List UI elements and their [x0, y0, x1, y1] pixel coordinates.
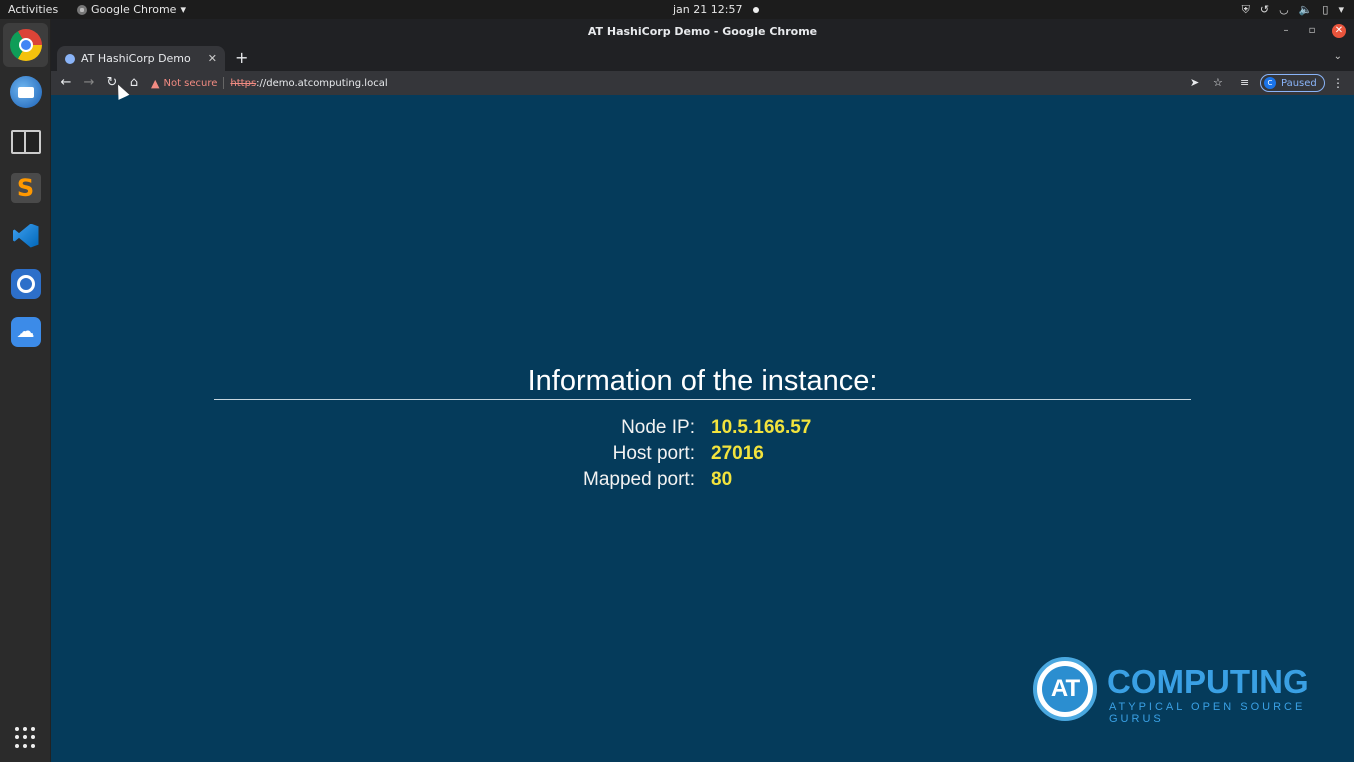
chrome-small-icon	[77, 4, 87, 15]
dock: S ☁	[0, 19, 51, 762]
dock-thunderbird[interactable]	[7, 73, 44, 110]
dock-vscode[interactable]	[7, 217, 44, 254]
info-key: Mapped port:	[583, 469, 695, 490]
info-value: 27016	[711, 443, 764, 464]
sublime-text-icon: S	[10, 172, 41, 203]
app-menu-label: Google Chrome	[91, 3, 177, 16]
close-icon[interactable]: ✕	[1332, 24, 1346, 38]
info-row-mapped-port: Mapped port: 80	[51, 469, 1354, 495]
profile-avatar: C	[1264, 77, 1276, 89]
shield-icon[interactable]: ⛨	[1242, 2, 1250, 17]
system-tray[interactable]: ⛨ ↺ ◡ 🔈 ▯ ▾	[1242, 2, 1344, 17]
url-scheme: https	[230, 77, 257, 89]
send-icon[interactable]: ➤	[1190, 73, 1199, 93]
not-secure-label: Not secure	[163, 77, 218, 89]
at-computing-logo: AT COMPUTING ATYPICAL OPEN SOURCE GURUS	[1033, 657, 1323, 725]
reading-list-icon[interactable]: ≡	[1240, 73, 1249, 93]
info-value: 10.5.166.57	[711, 417, 812, 438]
info-row-host-port: Host port: 27016	[51, 443, 1354, 469]
new-tab-plus-icon[interactable]: +	[235, 48, 248, 67]
chrome-window: AT HashiCorp Demo - Google Chrome – ▫ ✕ …	[51, 19, 1354, 762]
browser-toolbar: ← → ↻ ⌂ ▲ Not secure https ://demo.atcom…	[51, 71, 1354, 95]
tab-favicon-icon	[65, 53, 75, 64]
info-key: Host port:	[612, 443, 695, 464]
logo-mark: AT	[1033, 657, 1097, 721]
logo-wordmark: COMPUTING	[1107, 663, 1309, 700]
refresh-indicator-icon[interactable]: ↺	[1260, 2, 1269, 17]
activities-button[interactable]: Activities	[8, 3, 58, 16]
window-titlebar[interactable]: AT HashiCorp Demo - Google Chrome – ▫ ✕	[51, 19, 1354, 45]
timer-icon	[10, 268, 41, 299]
logo-tagline: ATYPICAL OPEN SOURCE GURUS	[1109, 701, 1306, 725]
system-menu-caret-icon[interactable]: ▾	[1338, 2, 1344, 17]
tab-search-chevron-icon[interactable]: ⌄	[1334, 51, 1342, 62]
chrome-icon	[9, 29, 42, 61]
bookmark-star-icon[interactable]: ☆	[1213, 73, 1223, 93]
tab-label: AT HashiCorp Demo	[81, 52, 191, 65]
thunderbird-icon	[9, 75, 42, 108]
address-bar[interactable]: ▲ Not secure https ://demo.atcomputing.l…	[151, 73, 1255, 93]
info-row-node-ip: Node IP: 10.5.166.57	[51, 417, 1354, 443]
tab-active[interactable]: AT HashiCorp Demo ✕	[57, 46, 225, 71]
vscode-icon	[11, 221, 41, 251]
window-title: AT HashiCorp Demo - Google Chrome	[587, 25, 818, 38]
profile-status: Paused	[1281, 77, 1317, 89]
gnome-top-bar: Activities Google Chrome ▾ jan 21 12:57 …	[0, 0, 1354, 19]
instance-info: Node IP: 10.5.166.57 Host port: 27016 Ma…	[51, 417, 1354, 495]
dock-chrome[interactable]	[3, 23, 48, 67]
notification-dot-icon	[753, 6, 760, 13]
back-arrow-icon[interactable]: ←	[56, 73, 76, 93]
app-grid-icon	[14, 726, 37, 749]
minimize-icon[interactable]: –	[1280, 24, 1292, 38]
logo-mark-text: AT	[1042, 666, 1088, 712]
volume-icon[interactable]: 🔈	[1299, 2, 1313, 17]
info-value: 80	[711, 469, 733, 490]
dock-terminal[interactable]	[7, 123, 44, 160]
security-indicator[interactable]: ▲ Not secure	[151, 77, 217, 90]
clock-label: jan 21 12:57	[673, 3, 743, 16]
info-key: Node IP:	[621, 417, 695, 438]
cloud-icon: ☁	[10, 316, 41, 347]
dock-sublime[interactable]: S	[7, 169, 44, 206]
dock-cloud[interactable]: ☁	[7, 313, 44, 350]
url-host: ://demo.atcomputing.local	[256, 77, 388, 89]
tab-close-icon[interactable]: ✕	[208, 52, 217, 65]
warning-triangle-icon: ▲	[151, 76, 160, 90]
caret-down-icon: ▾	[180, 3, 186, 16]
profile-button[interactable]: C Paused	[1260, 74, 1325, 92]
title-divider	[214, 399, 1191, 400]
terminal-icon	[10, 129, 41, 154]
app-menu[interactable]: Google Chrome ▾	[77, 3, 186, 16]
restore-icon[interactable]: ▫	[1306, 24, 1318, 38]
omnibox-separator	[223, 77, 225, 89]
more-menu-icon[interactable]: ⋮	[1332, 73, 1344, 93]
show-apps-button[interactable]	[7, 719, 44, 756]
dock-timer[interactable]	[7, 265, 44, 302]
clock[interactable]: jan 21 12:57	[673, 3, 760, 16]
tab-strip: AT HashiCorp Demo ✕ + ⌄	[51, 45, 1354, 71]
battery-icon[interactable]: ▯	[1322, 2, 1328, 17]
page-title: Information of the instance:	[527, 365, 878, 397]
forward-arrow-icon[interactable]: →	[79, 73, 99, 93]
wifi-icon[interactable]: ◡	[1279, 2, 1289, 17]
web-page: Information of the instance: Node IP: 10…	[51, 95, 1354, 762]
window-controls: – ▫ ✕	[1280, 24, 1346, 38]
